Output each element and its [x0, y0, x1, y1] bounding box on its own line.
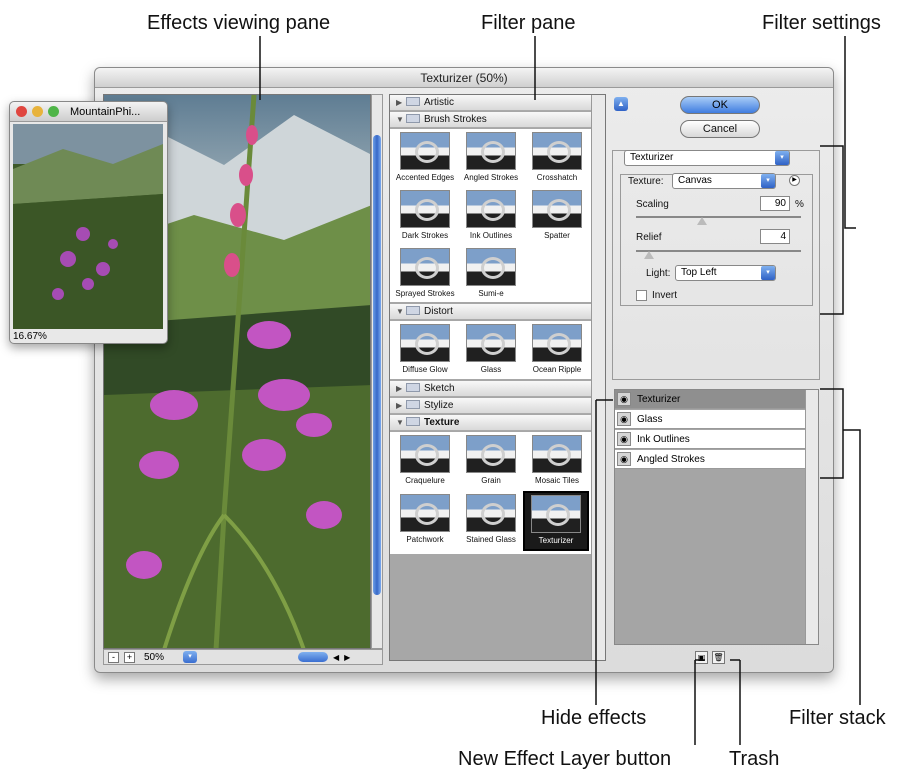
callout-leaders — [259, 36, 861, 745]
